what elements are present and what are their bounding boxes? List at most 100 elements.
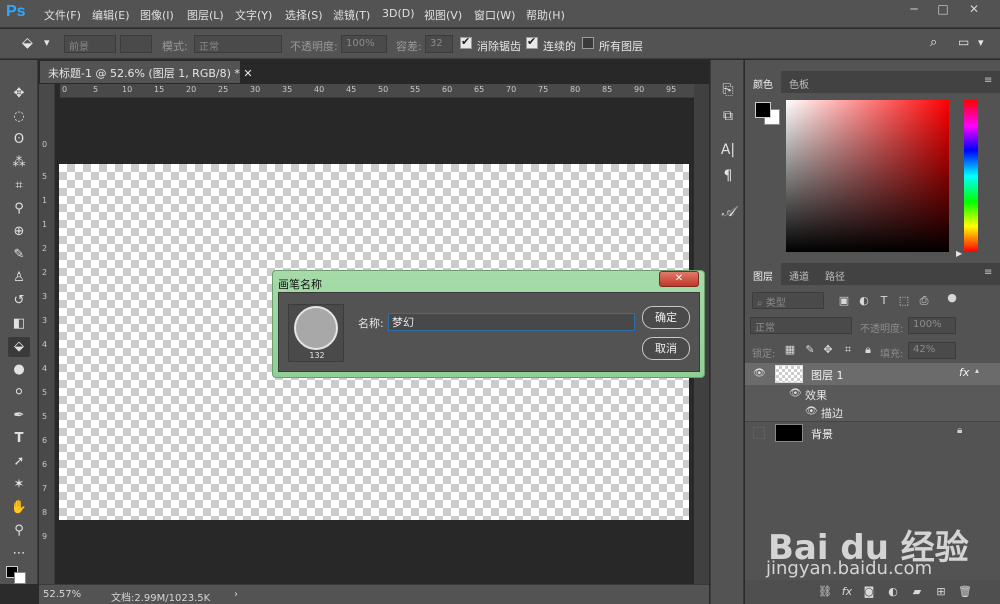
menu-help[interactable]: 帮助(H) (526, 7, 565, 23)
menu-type[interactable]: 文字(Y) (235, 7, 272, 23)
minimize-button[interactable]: ─ (900, 1, 928, 17)
layer-row-background[interactable]: 背景 🔒︎ (745, 421, 1000, 443)
filter-image-icon[interactable]: ▣ (836, 293, 852, 309)
contiguous-checkbox[interactable] (526, 35, 538, 49)
workspace-dropdown-icon[interactable]: ▾ (978, 36, 984, 49)
dodge-tool-icon[interactable]: ⚪ (8, 383, 30, 403)
pattern-picker[interactable] (120, 35, 152, 53)
link-layers-icon[interactable]: ⛓ (817, 584, 833, 600)
tolerance-input[interactable]: 32 (425, 35, 453, 53)
character-panel-icon[interactable]: A| (718, 140, 738, 160)
menu-filter[interactable]: 滤镜(T) (333, 7, 370, 23)
effects-visibility-eye-icon[interactable]: 👁︎ (789, 388, 802, 400)
tab-paths[interactable]: 路径 (817, 263, 853, 285)
document-tab[interactable]: 未标题-1 @ 52.6% (图层 1, RGB/8) * ✕ (40, 61, 253, 83)
tab-layers[interactable]: 图层 (745, 263, 781, 285)
crop-tool-icon[interactable]: ⌗ (8, 176, 30, 196)
filter-toggle-icon[interactable]: ● (944, 290, 960, 306)
effects-row[interactable]: 👁︎ 效果 (745, 385, 1000, 403)
stroke-visibility-eye-icon[interactable]: 👁︎ (805, 406, 818, 418)
eyedropper-tool-icon[interactable]: ⚲ (8, 199, 30, 219)
layers-panel-menu-icon[interactable]: ≡ (984, 268, 994, 278)
lock-transparent-icon[interactable]: ▦ (782, 342, 798, 358)
brush-name-input[interactable] (388, 313, 635, 331)
path-selection-tool-icon[interactable]: ➚ (8, 452, 30, 472)
more-tools-icon[interactable]: ⋯ (8, 544, 30, 564)
new-layer-icon[interactable]: ⊞ (933, 584, 949, 600)
layer-opacity-input[interactable]: 100% (908, 317, 956, 334)
background-color-swatch[interactable] (14, 572, 26, 584)
menu-select[interactable]: 选择(S) (285, 7, 323, 23)
filter-type-icon[interactable]: T (876, 293, 892, 309)
clone-stamp-tool-icon[interactable]: ♙ (8, 268, 30, 288)
delete-layer-icon[interactable]: 🗑︎ (957, 584, 973, 600)
blend-mode-select[interactable]: 正常 (750, 317, 852, 334)
search-icon[interactable]: ⌕ (930, 35, 937, 50)
opacity-input[interactable]: 100% (341, 35, 387, 53)
add-mask-icon[interactable]: ◙ (861, 584, 877, 600)
close-window-button[interactable]: ✕ (960, 1, 988, 17)
lasso-tool-icon[interactable]: ʘ (8, 130, 30, 150)
menu-window[interactable]: 窗口(W) (474, 7, 515, 23)
foreground-color-chip[interactable] (755, 102, 771, 118)
pen-tool-icon[interactable]: ✒ (8, 406, 30, 426)
type-tool-icon[interactable]: T (8, 429, 30, 449)
paint-bucket-tool-icon[interactable]: ⬙ (8, 337, 30, 357)
lock-all-icon[interactable]: 🔒︎ (860, 342, 876, 358)
status-menu-arrow-icon[interactable]: › (234, 589, 238, 600)
history-brush-tool-icon[interactable]: ↺ (8, 291, 30, 311)
menu-image[interactable]: 图像(I) (140, 7, 174, 23)
eraser-tool-icon[interactable]: ◧ (8, 314, 30, 334)
adjustment-layer-icon[interactable]: ◐ (885, 584, 901, 600)
shape-tool-icon[interactable]: ✶ (8, 475, 30, 495)
quick-select-tool-icon[interactable]: ⁂ (8, 153, 30, 173)
history-panel-icon[interactable]: ⎘ (718, 80, 738, 100)
hand-tool-icon[interactable]: ✋ (8, 498, 30, 518)
fill-input[interactable]: 42% (908, 342, 956, 359)
blur-tool-icon[interactable]: ● (8, 360, 30, 380)
move-tool-icon[interactable]: ✥ (8, 84, 30, 104)
tab-swatches[interactable]: 色板 (781, 71, 817, 93)
collapse-effects-icon[interactable]: ▴ (975, 366, 979, 375)
mode-select[interactable]: 正常 (194, 35, 282, 53)
brush-tool-icon[interactable]: ✎ (8, 245, 30, 265)
fill-source-select[interactable]: 前景 (64, 35, 116, 53)
zoom-tool-icon[interactable]: ⚲ (8, 521, 30, 541)
lock-artboard-icon[interactable]: ⌗ (840, 342, 856, 358)
add-style-icon[interactable]: fx (839, 584, 855, 600)
lock-pixels-icon[interactable]: ✎ (802, 342, 818, 358)
color-spectrum-field[interactable] (786, 100, 949, 252)
menu-file[interactable]: 文件(F) (44, 7, 81, 23)
maximize-button[interactable]: □ (929, 1, 957, 17)
color-panel-menu-icon[interactable]: ≡ (984, 76, 994, 86)
layer-filter-select[interactable]: ⌕ 类型 (752, 292, 824, 309)
healing-brush-tool-icon[interactable]: ⊕ (8, 222, 30, 242)
all-layers-checkbox[interactable] (582, 37, 594, 49)
menu-view[interactable]: 视图(V) (424, 7, 462, 23)
layer-row-layer1[interactable]: 👁︎ 图层 1 fx ▴ (745, 363, 1000, 385)
visibility-eye-icon[interactable]: 👁︎ (753, 368, 766, 380)
filter-adjustment-icon[interactable]: ◐ (856, 293, 872, 309)
glyphs-panel-icon[interactable]: 𝒜 (718, 202, 738, 222)
ok-button[interactable]: 确定 (642, 306, 690, 329)
menu-edit[interactable]: 编辑(E) (92, 7, 130, 23)
lock-position-icon[interactable]: ✥ (820, 342, 836, 358)
cancel-button[interactable]: 取消 (642, 337, 690, 360)
hue-pointer-icon[interactable]: ▶ (956, 249, 962, 258)
tab-channels[interactable]: 通道 (781, 263, 817, 285)
zoom-level[interactable]: 52.57% (43, 589, 81, 600)
layer-fx-badge[interactable]: fx (959, 366, 969, 379)
filter-smart-object-icon[interactable]: ⎙ (916, 293, 932, 309)
antialias-checkbox[interactable] (460, 35, 472, 49)
visibility-toggle-empty[interactable] (753, 427, 765, 439)
paragraph-panel-icon[interactable]: ¶ (718, 166, 738, 186)
filter-shape-icon[interactable]: ⬚ (896, 293, 912, 309)
tab-color[interactable]: 颜色 (745, 71, 781, 93)
dialog-close-button[interactable]: ✕ (659, 271, 699, 287)
hue-slider[interactable] (964, 100, 978, 252)
close-tab-icon[interactable]: ✕ (243, 67, 252, 80)
menu-layer[interactable]: 图层(L) (187, 7, 224, 23)
marquee-tool-icon[interactable]: ◌ (8, 107, 30, 127)
new-group-icon[interactable]: ▰ (909, 584, 925, 600)
stroke-effect-row[interactable]: 👁︎ 描边 (745, 403, 1000, 421)
